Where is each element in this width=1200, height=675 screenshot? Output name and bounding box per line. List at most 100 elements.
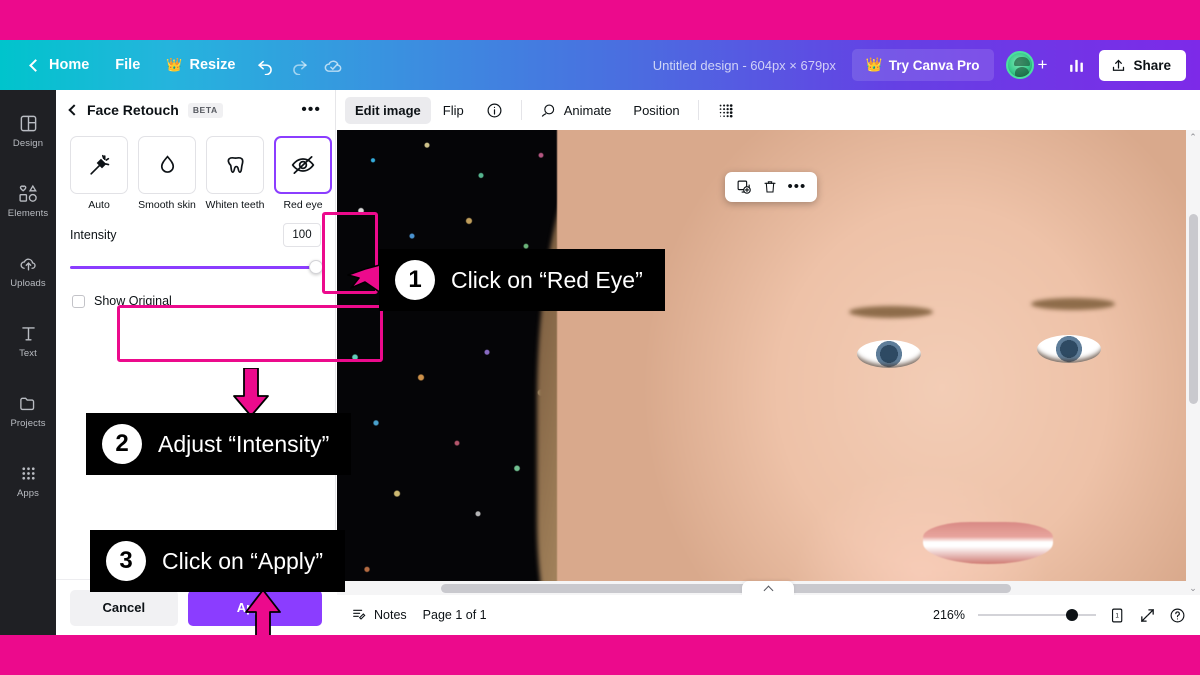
transparency-button[interactable]: [707, 96, 744, 125]
show-original-checkbox[interactable]: [72, 294, 85, 308]
magic-wand-icon: [89, 154, 109, 175]
scroll-down-arrow[interactable]: ⌄: [1189, 581, 1197, 595]
tool-smooth-skin[interactable]: Smooth skin: [138, 136, 196, 211]
animate-icon: [541, 103, 554, 117]
layout-icon: [19, 114, 38, 134]
tab-animate[interactable]: Animate: [530, 96, 622, 125]
zoom-slider-knob[interactable]: [1066, 609, 1078, 621]
step-text: Adjust “Intensity”: [158, 430, 330, 457]
cloud-save-status[interactable]: [316, 48, 350, 82]
tool-red-eye-box[interactable]: [274, 136, 332, 194]
vertical-scrollbar[interactable]: ⌃ ⌄: [1186, 130, 1200, 595]
insights-button[interactable]: [1059, 48, 1093, 82]
tab-position[interactable]: Position: [623, 97, 689, 124]
scroll-up-arrow[interactable]: ⌃: [1189, 130, 1197, 144]
tool-whiten-teeth[interactable]: Whiten teeth: [206, 136, 264, 211]
show-original-row[interactable]: Show Original: [56, 280, 335, 308]
design-canvas[interactable]: •••: [337, 130, 1200, 635]
info-button[interactable]: [476, 96, 513, 125]
eye-right: [1037, 335, 1101, 363]
step-text: Click on “Apply”: [162, 547, 324, 574]
tool-red-eye[interactable]: Red eye: [274, 136, 332, 211]
red-eye-icon: [291, 156, 315, 174]
slider-knob[interactable]: [309, 260, 323, 274]
resize-label: Resize: [189, 57, 236, 73]
crown-icon: 👑: [166, 57, 183, 72]
retouch-tool-list: Auto Smooth skin Whiten teeth Red eye: [56, 130, 335, 211]
try-canva-pro-button[interactable]: 👑 Try Canva Pro: [851, 49, 994, 81]
add-collaborator-button[interactable]: +: [1038, 55, 1048, 75]
cancel-button[interactable]: Cancel: [70, 589, 178, 626]
portrait-photo[interactable]: [337, 130, 1200, 635]
step-number-badge: 1: [395, 260, 435, 300]
eye-left: [857, 340, 921, 368]
zoom-level-label[interactable]: 216%: [933, 608, 965, 622]
sidebar-item-label: Design: [12, 137, 44, 149]
tool-auto[interactable]: Auto: [70, 136, 128, 211]
redo-button[interactable]: [282, 48, 316, 82]
tool-smooth-skin-box[interactable]: [138, 136, 196, 194]
chevron-left-icon: [29, 58, 42, 72]
face: [557, 130, 1200, 635]
arrow-to-intensity: [233, 368, 269, 417]
duplicate-icon[interactable]: [736, 179, 753, 196]
animate-label: Animate: [563, 102, 612, 118]
trash-icon[interactable]: [762, 179, 778, 195]
lips: [923, 522, 1053, 564]
sidebar-item-uploads[interactable]: Uploads: [0, 242, 56, 300]
vscroll-thumb[interactable]: [1189, 214, 1198, 404]
pink-border-frame: Home File 👑 Resize Untitled design - 604…: [0, 0, 1200, 675]
tool-auto-box[interactable]: [70, 136, 128, 194]
sidebar-item-label: Projects: [10, 417, 46, 429]
help-circle-icon[interactable]: [1169, 607, 1186, 624]
intensity-slider[interactable]: [70, 260, 323, 274]
step-text: Click on “Red Eye”: [451, 266, 643, 293]
zoom-slider-track: [978, 614, 1096, 616]
more-horizontal-icon[interactable]: •••: [788, 179, 807, 194]
canva-editor-window: Home File 👑 Resize Untitled design - 604…: [0, 40, 1200, 635]
home-button[interactable]: Home: [18, 50, 102, 80]
tool-label: Smooth skin: [138, 199, 196, 211]
share-label: Share: [1133, 57, 1171, 73]
sidebar-item-text[interactable]: Text: [0, 312, 56, 370]
resize-button[interactable]: 👑 Resize: [153, 50, 248, 80]
step-number-badge: 2: [102, 424, 142, 464]
expand-icon[interactable]: [1139, 607, 1156, 624]
sidebar-item-label: Text: [19, 347, 37, 359]
zoom-slider[interactable]: [978, 609, 1096, 621]
sidebar-item-design[interactable]: Design: [0, 102, 56, 160]
home-label: Home: [49, 57, 90, 73]
tool-label: Auto: [88, 199, 110, 211]
flip-label: Flip: [442, 102, 464, 118]
more-horizontal-icon[interactable]: •••: [301, 102, 321, 118]
upload-cloud-icon: [18, 254, 39, 274]
notes-button[interactable]: Notes: [351, 607, 407, 623]
tab-flip[interactable]: Flip: [433, 97, 474, 124]
sidebar-item-elements[interactable]: Elements: [0, 172, 56, 230]
collaborators-group[interactable]: +: [1000, 51, 1054, 79]
tab-edit-image[interactable]: Edit image: [345, 96, 431, 124]
intensity-control: Intensity 100: [56, 211, 335, 280]
intensity-value-field[interactable]: 100: [283, 223, 321, 247]
highlight-intensity-slider: [117, 305, 383, 362]
position-label: Position: [633, 102, 680, 118]
chevron-left-icon[interactable]: [68, 104, 80, 116]
tool-whiten-teeth-box[interactable]: [206, 136, 264, 194]
sidebar-item-projects[interactable]: Projects: [0, 382, 56, 440]
tool-label: Red eye: [283, 199, 323, 211]
intensity-label: Intensity: [70, 228, 117, 242]
left-sidebar-rail: Design Elements Uploads Text Projects Ap…: [0, 90, 56, 635]
beta-badge: BETA: [187, 102, 223, 118]
pages-icon[interactable]: 1: [1109, 607, 1126, 624]
vscroll-track[interactable]: [1186, 144, 1200, 581]
undo-button[interactable]: [248, 48, 282, 82]
avatar[interactable]: [1005, 51, 1034, 79]
file-menu-button[interactable]: File: [102, 50, 153, 80]
share-button[interactable]: Share: [1099, 49, 1186, 81]
bottom-status-bar: Notes Page 1 of 1 216% 1: [337, 595, 1200, 635]
collapse-panel-tab[interactable]: [742, 581, 794, 596]
sidebar-item-apps[interactable]: Apps: [0, 452, 56, 510]
bar-chart-icon: [1070, 59, 1083, 72]
hscroll-thumb[interactable]: [441, 584, 1011, 593]
top-header-bar: Home File 👑 Resize Untitled design - 604…: [0, 40, 1200, 90]
